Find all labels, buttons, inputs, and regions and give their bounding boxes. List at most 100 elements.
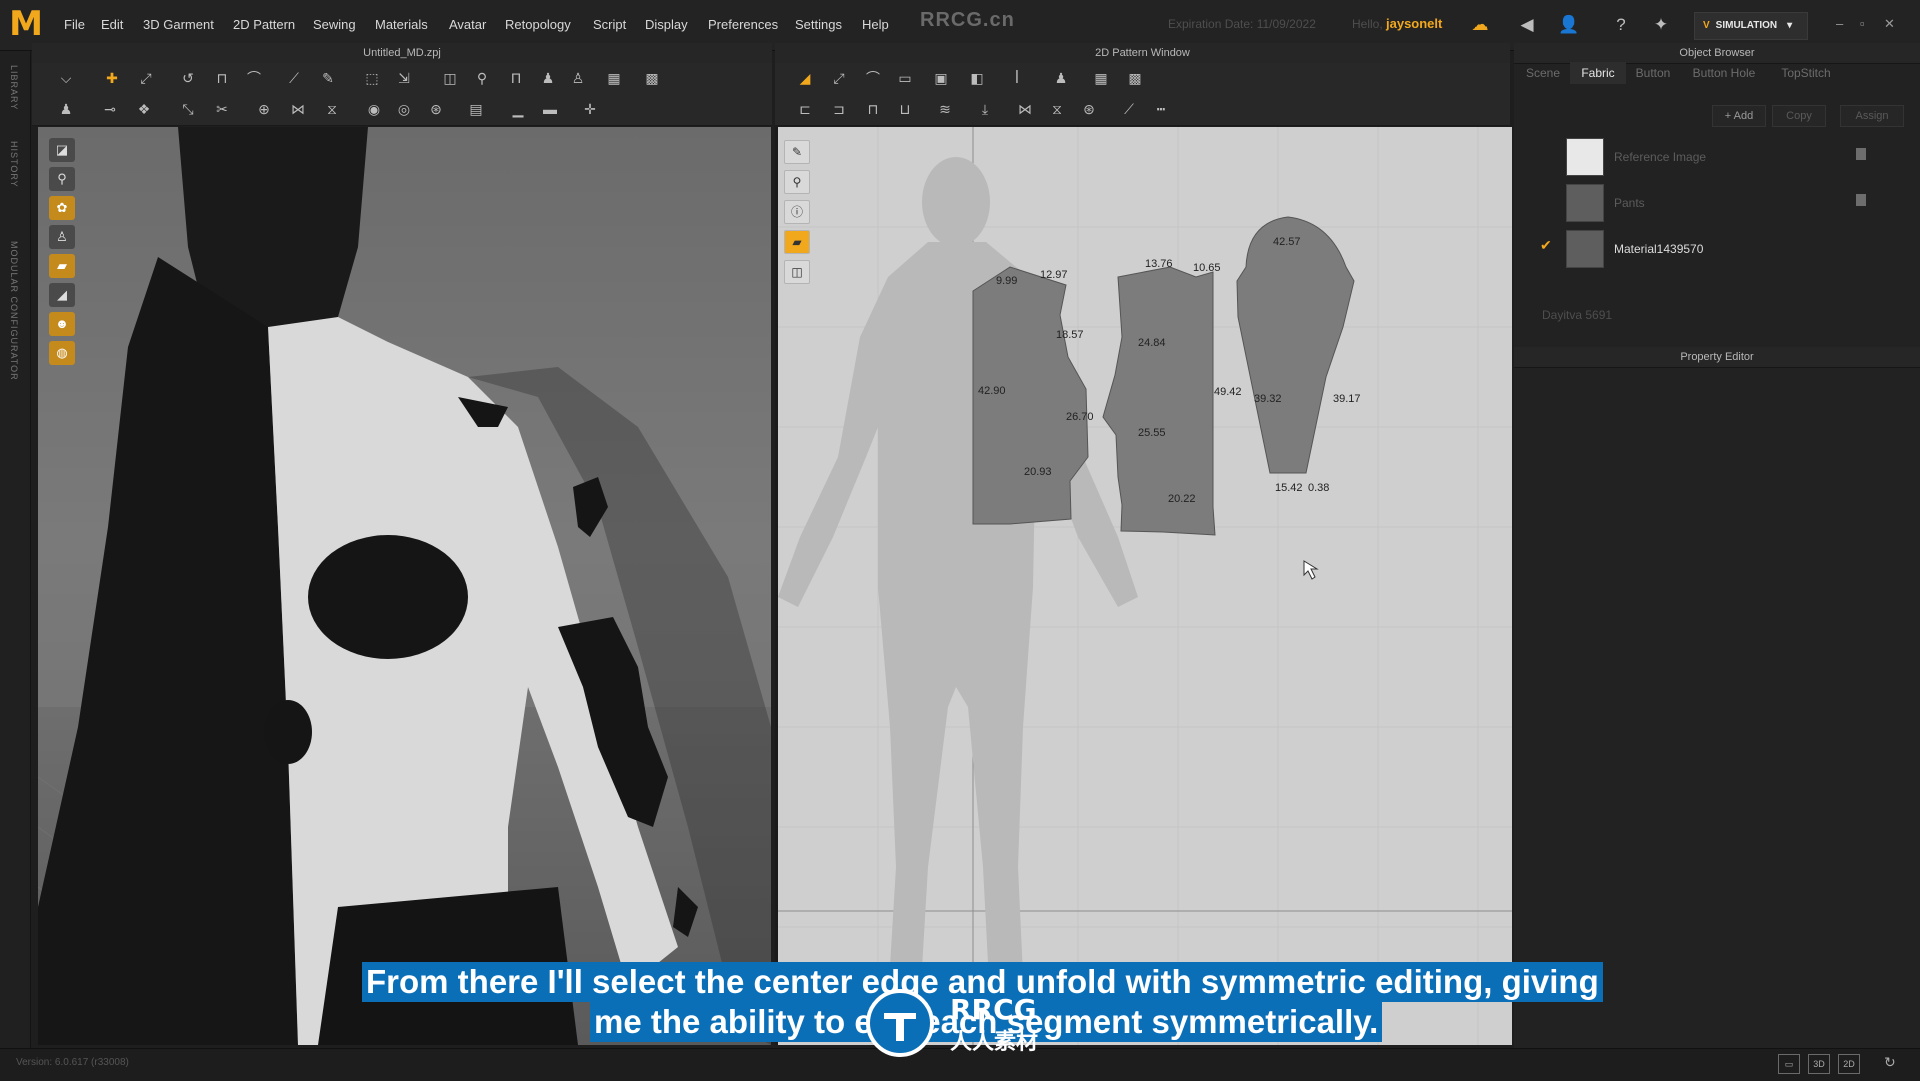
texture-tool-icon[interactable]: ▰ (784, 230, 810, 254)
button-2d-icon[interactable]: ⊛ (1079, 100, 1099, 118)
darts-icon[interactable]: ꟾ (1007, 69, 1027, 87)
stack-icon[interactable]: ▤ (466, 100, 486, 118)
align-icon[interactable]: ✛ (580, 100, 600, 118)
add-fabric-button[interactable]: + Add (1712, 105, 1766, 127)
grid-2d-icon[interactable]: ▦ (1091, 69, 1111, 87)
tab-button-hole[interactable]: Button Hole (1682, 62, 1766, 84)
arrange-icon[interactable]: ♙ (568, 69, 588, 87)
fabric-delete-icon[interactable] (1856, 194, 1866, 206)
modular-configurator-tab[interactable]: MODULAR CONFIGURATOR (9, 241, 19, 381)
world-view-icon[interactable]: ◍ (49, 341, 75, 365)
close-icon[interactable]: ✕ (1884, 16, 1895, 32)
lock-icon[interactable]: ⊛ (426, 100, 446, 118)
gift-icon[interactable]: ✦ (1650, 14, 1672, 36)
grid-alt-icon[interactable]: ▩ (642, 69, 662, 87)
box-icon[interactable]: ◫ (440, 69, 460, 87)
fabric-delete-icon[interactable] (1856, 148, 1866, 160)
circle-icon[interactable]: ◎ (394, 100, 414, 118)
free-sewing-icon[interactable]: ⊐ (829, 100, 849, 118)
grid-icon[interactable]: ▦ (604, 69, 624, 87)
menu-2d-pattern[interactable]: 2D Pattern (233, 17, 295, 32)
tab-fabric[interactable]: Fabric (1570, 62, 1626, 84)
move-icon[interactable]: ✚ (102, 69, 122, 87)
dashed-line-icon[interactable]: ┅ (1151, 100, 1171, 118)
topstitch-icon[interactable]: ⋈ (1015, 100, 1035, 118)
speaker-icon[interactable]: ◀ (1516, 14, 1538, 36)
library-tab[interactable]: LIBRARY (9, 65, 19, 110)
cut-icon[interactable]: ✂ (212, 100, 232, 118)
zip-icon[interactable]: ⧖ (322, 100, 342, 118)
tab-button[interactable]: Button (1626, 62, 1680, 84)
display-mode-icon[interactable]: ◪ (49, 138, 75, 162)
pattern-icon[interactable]: ⬚ (362, 69, 382, 87)
pattern-view-icon[interactable]: ▰ (49, 254, 75, 278)
transform-pattern-icon[interactable]: ◢ (795, 69, 815, 87)
plane-icon[interactable]: ▬ (540, 100, 560, 118)
garment-icon[interactable]: ❖ (134, 100, 154, 118)
menu-file[interactable]: File (64, 17, 85, 32)
layer-tool-icon[interactable]: ◫ (784, 260, 810, 284)
menu-settings[interactable]: Settings (795, 17, 842, 32)
rotate-icon[interactable]: ↺ (178, 69, 198, 87)
fold-icon[interactable]: ⌒ (244, 69, 264, 87)
menu-3d-garment[interactable]: 3D Garment (143, 17, 214, 32)
avatar-pose-icon[interactable]: ♟ (538, 69, 558, 87)
pattern-canvas[interactable]: 9.99 12.97 18.57 42.90 26.70 20.93 13.76… (775, 127, 1512, 1045)
menu-avatar[interactable]: Avatar (449, 17, 486, 32)
menu-preferences[interactable]: Preferences (708, 17, 778, 32)
transform-icon[interactable]: ⤢ (136, 69, 156, 87)
texture-view-icon[interactable]: ✿ (49, 196, 75, 220)
view-2d-icon[interactable]: 2D (1838, 1054, 1860, 1074)
fabric-item-material[interactable]: Material1439570 (1566, 230, 1886, 270)
fabric-item-reference[interactable]: Reference Image (1566, 138, 1886, 178)
user-icon[interactable]: 👤 (1558, 14, 1580, 36)
sewing-check-icon[interactable]: ⊓ (863, 100, 883, 118)
stretch-icon[interactable]: ⇲ (394, 69, 414, 87)
info-tool-icon[interactable]: ⓘ (784, 200, 810, 224)
figure-icon[interactable]: ♟ (1051, 69, 1071, 87)
puckering-icon[interactable]: ⧖ (1047, 100, 1067, 118)
scale-icon[interactable]: ⤡ (178, 100, 198, 118)
fold-2d-icon[interactable]: ≋ (935, 100, 955, 118)
restore-icon[interactable]: ▫ (1860, 16, 1865, 31)
menu-sewing[interactable]: Sewing (313, 17, 356, 32)
menu-retopology[interactable]: Retopology (505, 17, 571, 32)
grid-2d-alt-icon[interactable]: ▩ (1125, 69, 1145, 87)
shirt-icon[interactable]: ⚲ (472, 69, 492, 87)
polygon-icon[interactable]: ▣ (931, 69, 951, 87)
select-icon[interactable]: ⌵ (56, 69, 76, 87)
menu-help[interactable]: Help (862, 17, 889, 32)
trim-icon[interactable]: ⋈ (288, 100, 308, 118)
assign-fabric-button[interactable]: Assign (1840, 105, 1904, 127)
pen-tool-icon[interactable]: ✎ (784, 140, 810, 164)
pants-icon[interactable]: Π (506, 69, 526, 87)
shirt-tool-icon[interactable]: ⚲ (784, 170, 810, 194)
tab-scene[interactable]: Scene (1516, 62, 1570, 84)
garment-view-icon[interactable]: ⚲ (49, 167, 75, 191)
sphere-icon[interactable]: ◉ (364, 100, 384, 118)
segment-sewing-icon[interactable]: ⊏ (795, 100, 815, 118)
minimize-icon[interactable]: – (1836, 16, 1843, 31)
trim-2d-icon[interactable]: ⤓ (975, 100, 995, 118)
skin-view-icon[interactable]: ☻ (49, 312, 75, 336)
tack-icon[interactable]: ⊸ (100, 100, 120, 118)
flat-icon[interactable]: ▁ (508, 100, 528, 118)
cloud-icon[interactable]: ☁ (1469, 14, 1491, 36)
fabric-item-pants[interactable]: Pants (1566, 184, 1886, 224)
username[interactable]: jaysonelt (1386, 16, 1442, 31)
edit-pattern-icon[interactable]: ⤢ (829, 69, 849, 87)
avatar-icon[interactable]: ♟ (56, 100, 76, 118)
pin-icon[interactable]: ⊓ (212, 69, 232, 87)
menu-display[interactable]: Display (645, 17, 688, 32)
view-3d-only-icon[interactable]: ▭ (1778, 1054, 1800, 1074)
refresh-icon[interactable]: ↻ (1884, 1054, 1896, 1071)
menu-edit[interactable]: Edit (101, 17, 123, 32)
copy-fabric-button[interactable]: Copy (1772, 105, 1826, 127)
internal-shape-icon[interactable]: ◧ (967, 69, 987, 87)
rectangle-icon[interactable]: ▭ (895, 69, 915, 87)
simulation-mode-button[interactable]: V SIMULATION ▾ (1694, 12, 1808, 40)
menu-script[interactable]: Script (593, 17, 626, 32)
extra-fabric-item[interactable]: Dayitva 5691 (1542, 308, 1612, 322)
menu-materials[interactable]: Materials (375, 17, 428, 32)
measure-icon[interactable]: ⟋ (1119, 100, 1139, 118)
